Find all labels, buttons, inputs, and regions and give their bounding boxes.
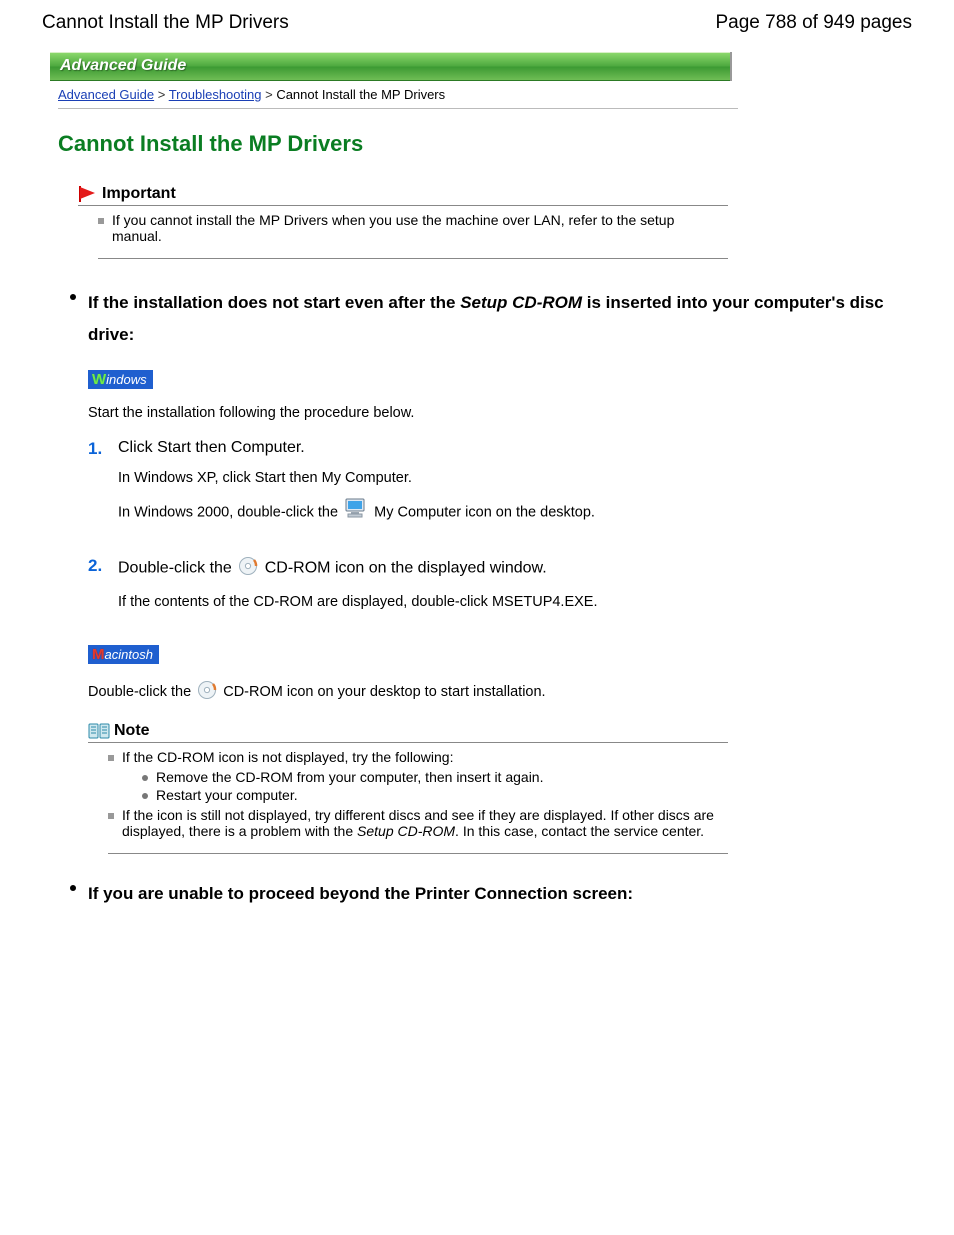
section-install-not-start: If the installation does not start even … xyxy=(70,287,912,854)
note-sub-2: Restart your computer. xyxy=(142,787,728,803)
note-heading: Note xyxy=(88,722,728,743)
page-indicator: Page 788 of 949 pages xyxy=(715,12,912,34)
important-box: If you cannot install the MP Drivers whe… xyxy=(98,212,728,259)
page-title: Cannot Install the MP Drivers xyxy=(58,131,912,157)
cd-rom-icon xyxy=(197,680,217,704)
note-box: If the CD-ROM icon is not displayed, try… xyxy=(108,749,728,854)
breadcrumb-link-advanced-guide[interactable]: Advanced Guide xyxy=(58,87,154,102)
step2-line1: If the contents of the CD-ROM are displa… xyxy=(118,589,912,615)
breadcrumb-current: Cannot Install the MP Drivers xyxy=(276,87,445,102)
section1-intro: Start the installation following the pro… xyxy=(88,405,912,421)
advanced-guide-banner: Advanced Guide xyxy=(50,52,730,81)
macintosh-badge: Macintosh xyxy=(88,645,159,664)
note-item-2: If the icon is still not displayed, try … xyxy=(108,807,728,839)
my-computer-icon xyxy=(344,497,368,528)
section1-heading: If the installation does not start even … xyxy=(88,287,912,352)
top-title: Cannot Install the MP Drivers xyxy=(42,12,289,34)
important-label: Important xyxy=(102,185,176,203)
important-item: If you cannot install the MP Drivers whe… xyxy=(98,212,728,244)
note-label: Note xyxy=(114,722,150,740)
section2-heading: If you are unable to proceed beyond the … xyxy=(88,878,912,910)
section-printer-connection: If you are unable to proceed beyond the … xyxy=(70,878,912,910)
step2-title: Double-click the CD-ROM icon on the disp… xyxy=(118,556,912,581)
step-2: Double-click the CD-ROM icon on the disp… xyxy=(88,556,912,615)
flag-icon xyxy=(78,186,98,202)
step1-line1: In Windows XP, click Start then My Compu… xyxy=(118,465,912,491)
banner-label: Advanced Guide xyxy=(60,57,186,74)
important-heading: Important xyxy=(78,185,728,206)
cd-rom-icon xyxy=(238,556,258,581)
step1-title: Click Start then Computer. xyxy=(118,439,912,457)
step-1: Click Start then Computer. In Windows XP… xyxy=(88,439,912,528)
windows-badge: Windows xyxy=(88,370,153,389)
breadcrumb-link-troubleshooting[interactable]: Troubleshooting xyxy=(169,87,262,102)
mac-line: Double-click the CD-ROM icon on your des… xyxy=(88,680,912,704)
step1-line2: In Windows 2000, double-click the My Com… xyxy=(118,497,912,528)
note-item-1: If the CD-ROM icon is not displayed, try… xyxy=(108,749,728,803)
note-sub-1: Remove the CD-ROM from your computer, th… xyxy=(142,769,728,785)
note-icon xyxy=(88,723,110,739)
breadcrumb: Advanced Guide > Troubleshooting > Canno… xyxy=(58,87,738,109)
